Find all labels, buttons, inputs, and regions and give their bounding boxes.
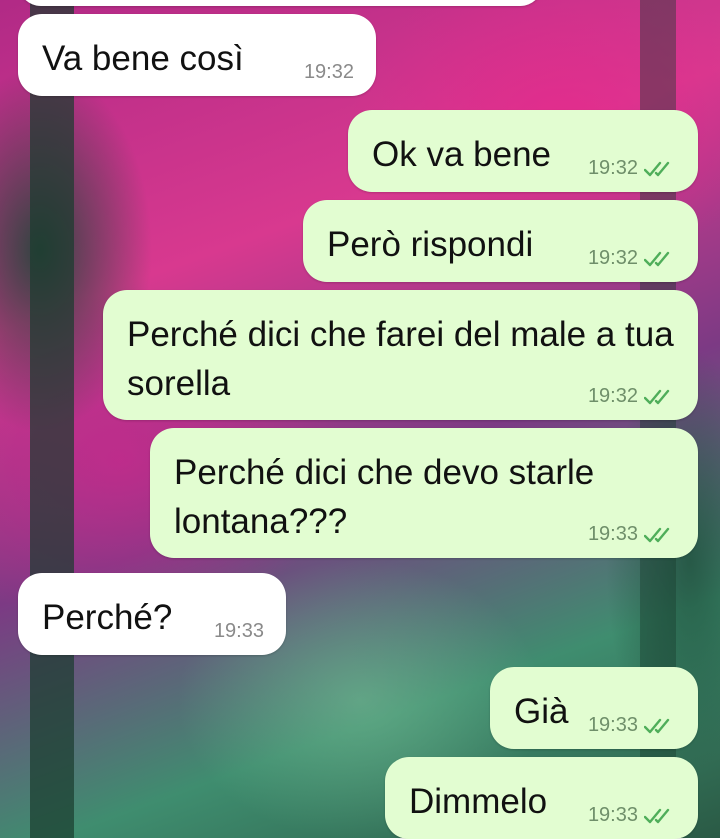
message-text: Va bene così bbox=[42, 39, 244, 78]
message-meta: 19:33 bbox=[214, 620, 264, 643]
read-double-check-icon bbox=[644, 161, 670, 176]
message-bubble-outgoing[interactable]: Perché dici che devo starle lontana??? 1… bbox=[150, 428, 698, 558]
message-time: 19:32 bbox=[587, 385, 638, 407]
read-double-check-icon bbox=[644, 389, 670, 404]
message-time: 19:33 bbox=[587, 523, 638, 545]
message-meta: 19:33 bbox=[588, 523, 676, 546]
previous-message-bubble[interactable] bbox=[18, 0, 543, 6]
wallpaper-tree-trunk bbox=[30, 0, 74, 838]
read-double-check-icon bbox=[644, 251, 670, 266]
message-meta: 19:32 bbox=[588, 247, 676, 270]
message-bubble-incoming[interactable]: Perché? 19:33 bbox=[18, 573, 286, 655]
message-time: 19:33 bbox=[213, 620, 264, 642]
message-text: Perché? bbox=[42, 598, 173, 637]
message-time: 19:33 bbox=[587, 804, 638, 826]
read-double-check-icon bbox=[644, 808, 670, 823]
message-time: 19:32 bbox=[587, 157, 638, 179]
message-time: 19:33 bbox=[587, 714, 638, 736]
message-time: 19:32 bbox=[587, 247, 638, 269]
message-bubble-incoming[interactable]: Va bene così 19:32 bbox=[18, 14, 376, 96]
read-double-check-icon bbox=[644, 527, 670, 542]
message-bubble-outgoing[interactable]: Perché dici che farei del male a tua sor… bbox=[103, 290, 698, 420]
message-time: 19:32 bbox=[303, 61, 354, 83]
message-bubble-outgoing[interactable]: Già 19:33 bbox=[490, 667, 698, 749]
message-text: Dimmelo bbox=[409, 782, 548, 821]
message-bubble-outgoing[interactable]: Ok va bene 19:32 bbox=[348, 110, 698, 192]
message-bubble-outgoing[interactable]: Però rispondi 19:32 bbox=[303, 200, 698, 282]
message-text: Però rispondi bbox=[327, 225, 534, 264]
message-meta: 19:32 bbox=[588, 385, 676, 408]
read-double-check-icon bbox=[644, 718, 670, 733]
message-bubble-outgoing[interactable]: Dimmelo 19:33 bbox=[385, 757, 698, 839]
message-meta: 19:33 bbox=[588, 714, 676, 737]
message-text: Ok va bene bbox=[372, 135, 551, 174]
message-meta: 19:33 bbox=[588, 804, 676, 827]
message-meta: 19:32 bbox=[588, 157, 676, 180]
message-text: Già bbox=[514, 692, 569, 731]
message-meta: 19:32 bbox=[304, 61, 354, 84]
